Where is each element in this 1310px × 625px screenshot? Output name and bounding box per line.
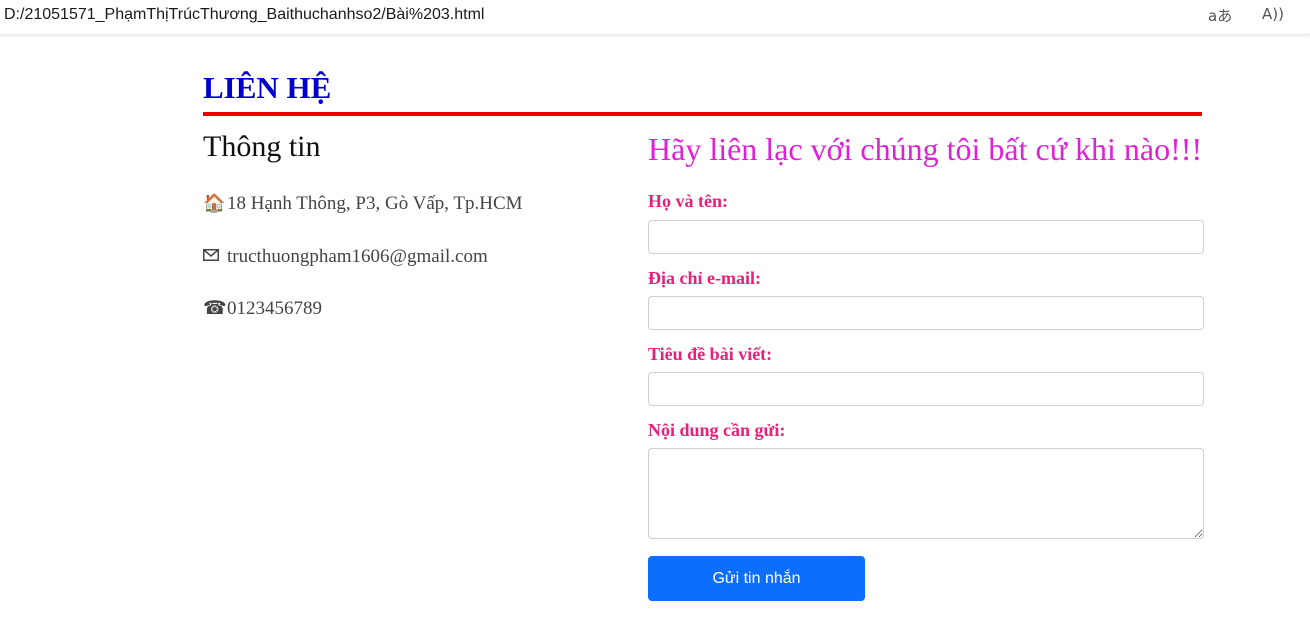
info-address: 🏠18 Hạnh Thông, P3, Gò Vấp, Tp.HCM xyxy=(203,193,523,215)
send-message-button[interactable]: Gửi tin nhắn xyxy=(648,556,865,601)
info-heading: Thông tin xyxy=(203,130,321,163)
message-label: Nội dung cần gửi: xyxy=(648,420,786,440)
subject-label: Tiêu đề bài viết: xyxy=(648,344,773,364)
info-email: tructhuongpham1606@gmail.com xyxy=(203,245,488,268)
info-phone: ☎0123456789 xyxy=(203,297,322,320)
title-divider xyxy=(203,112,1202,116)
url-text[interactable]: D:/21051571_PhạmThịTrúcThương_Baithuchan… xyxy=(4,6,484,24)
translate-icon[interactable]: aあ xyxy=(1208,5,1232,26)
page-title: LIÊN HỆ xyxy=(203,70,332,105)
name-input[interactable] xyxy=(648,220,1204,254)
house-icon: 🏠 xyxy=(203,193,226,214)
email-input[interactable] xyxy=(648,296,1204,330)
read-aloud-icon[interactable]: A)) xyxy=(1262,5,1284,23)
name-label: Họ và tên: xyxy=(648,191,728,211)
phone-text: 0123456789 xyxy=(227,298,322,319)
browser-address-bar: D:/21051571_PhạmThịTrúcThương_Baithuchan… xyxy=(0,0,1310,35)
email-label: Địa chỉ e-mail: xyxy=(648,268,761,288)
address-text: 18 Hạnh Thông, P3, Gò Vấp, Tp.HCM xyxy=(227,193,523,214)
contact-heading: Hãy liên lạc với chúng tôi bất cứ khi nà… xyxy=(648,131,1203,167)
subject-input[interactable] xyxy=(648,372,1204,406)
telephone-icon: ☎ xyxy=(203,297,227,319)
message-textarea[interactable] xyxy=(648,448,1204,539)
email-text: tructhuongpham1606@gmail.com xyxy=(227,246,488,267)
envelope-icon xyxy=(203,245,227,267)
